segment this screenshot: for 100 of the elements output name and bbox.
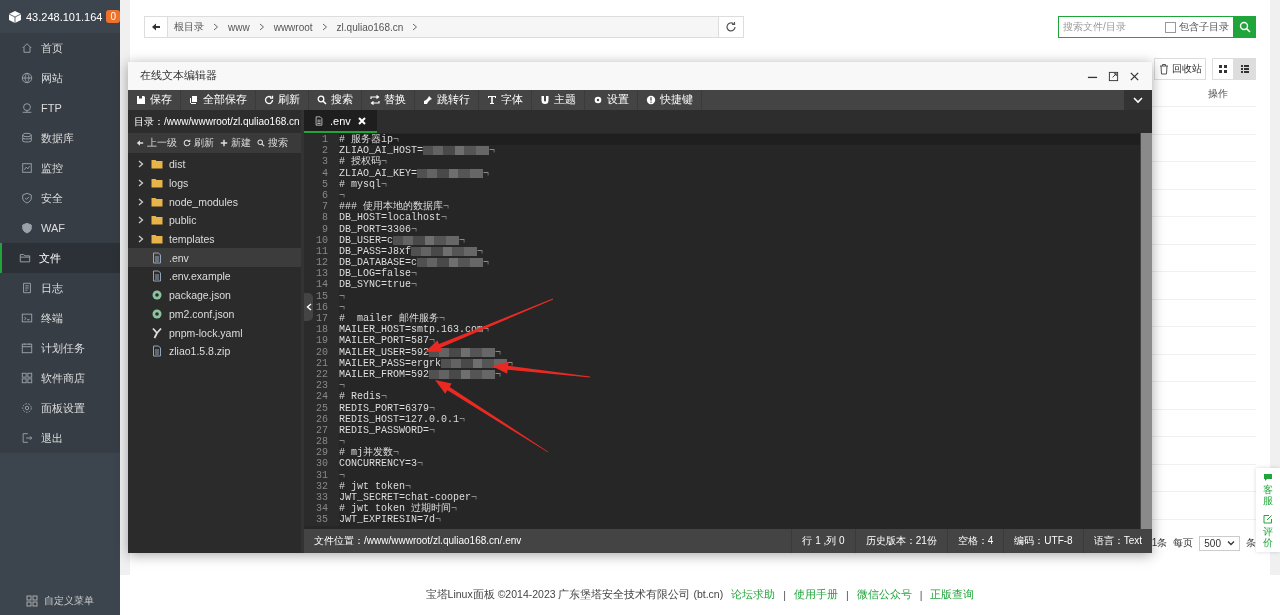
back-button[interactable] [145, 17, 168, 37]
file-tree-item[interactable]: pm2.conf.json [128, 304, 301, 324]
nav-item[interactable]: 面板设置 [0, 393, 120, 423]
fork-icon [151, 326, 163, 339]
file-tree-item[interactable]: .env.example [128, 267, 301, 286]
list-view-button[interactable] [1234, 58, 1256, 80]
tree-action-button[interactable]: 搜索 [257, 136, 288, 150]
code-line: REDIS_PORT=6379 [339, 402, 429, 414]
terminal-icon [21, 312, 33, 324]
grid-icon [26, 595, 38, 607]
swap-icon [370, 95, 380, 105]
maximize-icon[interactable] [1108, 70, 1119, 82]
tree-action-button[interactable]: 上一级 [136, 136, 177, 150]
line-end-mark: ¬ [429, 424, 436, 437]
nav-item[interactable]: FTP [0, 93, 120, 123]
line-number: 28 [304, 436, 339, 448]
file-tree-item[interactable]: dist [128, 155, 301, 174]
copy-icon [189, 95, 199, 105]
nav-item[interactable]: 首页 [0, 33, 120, 63]
line-end-mark: ¬ [393, 134, 400, 146]
nav-item[interactable]: 数据库 [0, 123, 120, 153]
nav-item[interactable]: 退出 [0, 423, 120, 453]
code-line: # 授权码 [339, 156, 381, 168]
line-end-mark: ¬ [339, 301, 345, 313]
file-tree-item[interactable]: logs [128, 173, 301, 193]
edit-icon [1263, 514, 1273, 524]
chevron-down-icon [1133, 95, 1143, 105]
nav-item[interactable]: 终端 [0, 303, 120, 333]
code-line: DB_DATABASE=c [339, 257, 417, 269]
nav-item[interactable]: WAF [0, 213, 120, 243]
chevron-icon [137, 160, 145, 169]
file-tree-item[interactable]: .env [128, 248, 301, 268]
code-line: JWT_SECRET=chat-cooper [339, 492, 472, 504]
search-button[interactable] [1234, 16, 1256, 38]
path-field[interactable]: 根目录 www wwwroot zl.quliao168.cn [144, 16, 744, 38]
custom-menu-button[interactable]: 自定义菜单 [0, 587, 120, 615]
scrollbar[interactable] [1140, 133, 1152, 529]
folder-icon [151, 195, 163, 208]
code-line: DB_SYNC=true [339, 279, 411, 291]
nav-item[interactable]: 监控 [0, 153, 120, 183]
file-tab[interactable]: .env [304, 110, 377, 133]
code-line: ### 使用本地的数据库 [339, 201, 443, 213]
collapse-button[interactable] [1124, 90, 1152, 110]
status-item: 历史版本：21份 [854, 529, 947, 553]
document-icon [151, 270, 163, 283]
search-icon [257, 139, 265, 147]
line-number: 13 [304, 268, 339, 280]
page-size-label: 每页 [1173, 536, 1194, 550]
window-title: 在线文本编辑器 [140, 69, 217, 83]
folder-icon [151, 158, 163, 171]
search-field[interactable]: 搜索文件/目录 包含子目录 [1058, 16, 1234, 38]
file-tree-item[interactable]: public [128, 211, 301, 230]
nav-item[interactable]: 软件商店 [0, 363, 120, 393]
nav-item[interactable]: 安全 [0, 183, 120, 213]
chevron-icon [321, 23, 328, 31]
nav-item[interactable]: 文件 [0, 243, 120, 273]
tree-action-button[interactable]: 刷新 [183, 136, 214, 150]
line-end-mark: ¬ [405, 480, 412, 492]
line-number: 21 [304, 357, 339, 369]
breadcrumb-link[interactable]: wwwroot [273, 21, 313, 33]
nav-item[interactable]: 计划任务 [0, 333, 120, 363]
file-tree-item[interactable]: node_modules [128, 192, 301, 212]
status-item: 空格：4 [946, 529, 1004, 553]
file-tree-item[interactable]: zliao1.5.8.zip [128, 341, 301, 361]
line-number: 34 [304, 503, 339, 515]
total-count: 1条 [1151, 536, 1168, 550]
line-number: 30 [304, 458, 339, 470]
code-line: # jwt token [339, 480, 405, 492]
chevron-icon [137, 216, 145, 225]
include-subdirs-checkbox[interactable]: 包含子目录 [1165, 20, 1229, 34]
collapse-handle[interactable] [304, 293, 313, 321]
breadcrumb-link[interactable]: 根目录 [174, 20, 204, 34]
file-tree-item[interactable]: package.json [128, 285, 301, 305]
checkbox[interactable] [1165, 21, 1176, 33]
status-item: 语言：Text [1082, 529, 1152, 553]
line-number: 25 [304, 402, 339, 414]
list-icon [1240, 64, 1250, 74]
breadcrumb-link[interactable]: zl.quliao168.cn [336, 21, 404, 33]
line-end-mark: ¬ [435, 514, 442, 526]
code-editor[interactable] [304, 133, 1152, 529]
grid-view-button[interactable] [1212, 58, 1234, 80]
file-tree-item[interactable]: templates [128, 229, 301, 249]
recycle-bin-button[interactable]: 回收站 [1154, 58, 1206, 80]
page-size-select[interactable]: 500 [1199, 535, 1240, 551]
refresh-button[interactable] [718, 17, 743, 37]
line-end-mark: ¬ [339, 189, 345, 202]
nav-item[interactable]: 日志 [0, 273, 120, 303]
line-number: 3 [304, 156, 339, 168]
code-line: # 服务器ip [339, 134, 393, 146]
file-tree-item[interactable]: pnpm-lock.yaml [128, 323, 301, 342]
close-icon[interactable] [1129, 70, 1140, 82]
nav-item[interactable]: 网站 [0, 63, 120, 93]
line-end-mark: ¬ [495, 368, 502, 381]
status-item: 行 1 ,列 0 [791, 529, 855, 553]
code-line: REDIS_HOST=127.0.0.1 [339, 413, 460, 425]
line-end-mark: ¬ [411, 223, 418, 235]
chevron-icon [137, 235, 145, 244]
tree-action-button[interactable]: 新建 [220, 136, 251, 150]
breadcrumb-link[interactable]: www [228, 21, 250, 33]
line-number: 31 [304, 469, 339, 481]
